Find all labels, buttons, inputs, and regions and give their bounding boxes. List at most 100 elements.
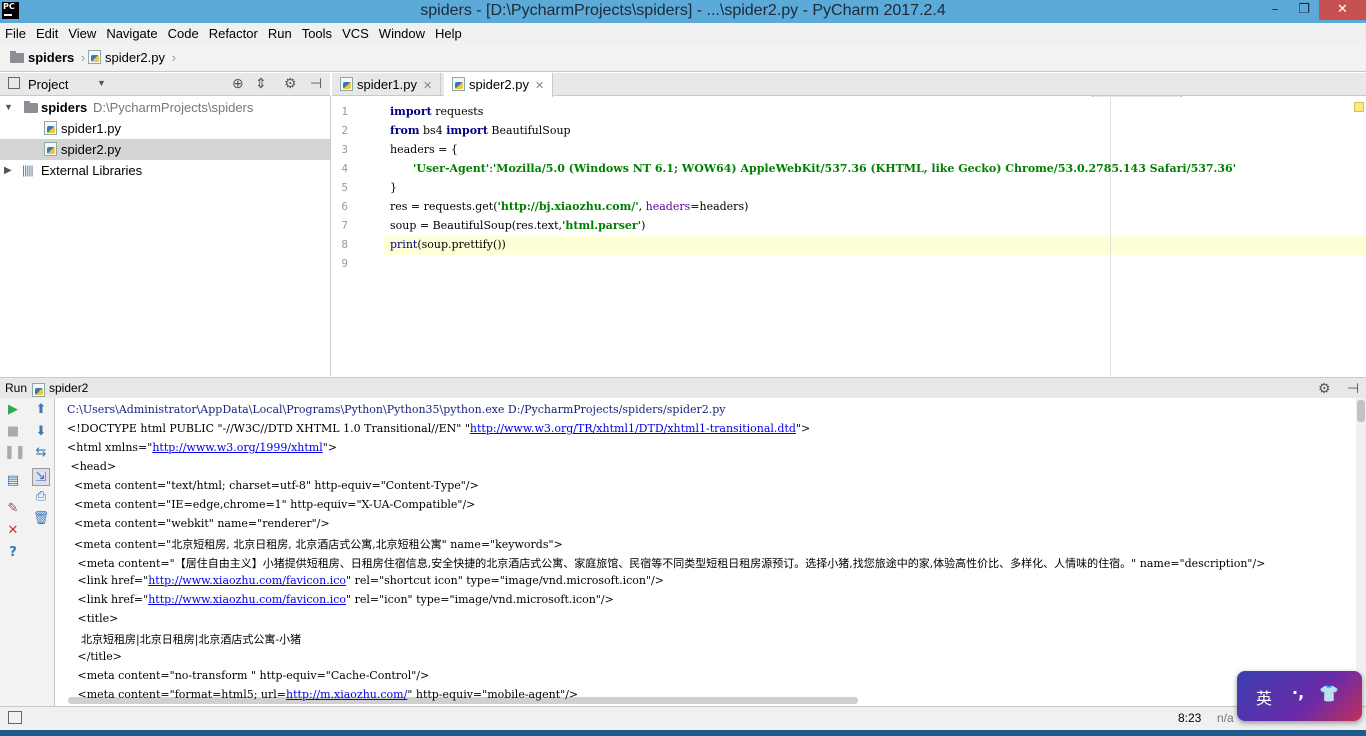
output-line: <meta content="text/html; charset=utf-8"… — [67, 479, 479, 492]
menu-navigate[interactable]: Navigate — [101, 23, 162, 43]
soft-wrap-icon[interactable]: ⇆ — [32, 444, 50, 462]
caret-position[interactable]: 8:23 — [1178, 711, 1201, 725]
scroll-to-end-icon[interactable]: ⇲ — [32, 468, 50, 486]
hide-panel-icon[interactable]: ⊣ — [1347, 378, 1359, 398]
output-link[interactable]: http://m.xiaozhu.com/ — [286, 688, 407, 701]
code-line: res = requests.get('http://bj.xiaozhu.co… — [390, 200, 749, 213]
menu-tools[interactable]: Tools — [297, 23, 337, 43]
menu-vcs[interactable]: VCS — [337, 23, 374, 43]
output-link[interactable]: http://www.xiaozhu.com/favicon.ico — [148, 574, 346, 587]
restore-layout-icon[interactable]: ▤ — [4, 472, 22, 490]
menu-window[interactable]: Window — [374, 23, 430, 43]
output-line: 北京短租房|北京日租房|北京酒店式公寓-小猪 — [67, 633, 302, 646]
tab-spider2[interactable]: spider2.py ✕ — [444, 73, 554, 97]
ime-toolbar[interactable]: 英 ·, 👕 — [1237, 671, 1362, 721]
menu-file[interactable]: File — [0, 23, 31, 43]
output-line: <link href="http://www.xiaozhu.com/favic… — [67, 574, 664, 587]
close-tab-icon[interactable]: ✕ — [423, 80, 432, 92]
folder-icon — [24, 101, 38, 113]
pin-icon[interactable]: ✎ — [4, 500, 22, 518]
tree-item-spider2[interactable]: spider2.py — [0, 139, 330, 160]
output-line: <link href="http://www.xiaozhu.com/favic… — [67, 593, 614, 606]
run-panel-label: Run — [5, 381, 28, 395]
run-toolbar: ▶ ⬆ ■ ⬇ ❚❚ ⇆ ▤ ⇲ ✎ ⎙ ✕ 🗑 ? — [0, 398, 55, 706]
output-line: <meta content="IE=edge,chrome=1" http-eq… — [67, 498, 476, 511]
breadcrumb-file[interactable]: spider2.py › — [88, 50, 176, 65]
editor-tabs: spider1.py ✕ spider2.py ✕ — [332, 73, 1366, 97]
output-line: <html xmlns="http://www.w3.org/1999/xhtm… — [67, 441, 338, 454]
line-separator-status[interactable]: n/a — [1217, 711, 1234, 725]
tab-label: spider2.py — [469, 77, 529, 92]
output-line: <meta content="no-transform " http-equiv… — [67, 669, 430, 682]
code-line: headers = { — [390, 143, 458, 156]
project-root-name: spiders — [41, 100, 88, 115]
crosshair-icon[interactable]: ⊕ — [232, 75, 244, 92]
minimize-button[interactable]: – — [1261, 0, 1289, 20]
folder-icon — [10, 51, 24, 63]
project-view-label[interactable]: Project — [28, 77, 68, 92]
expand-arrow-icon[interactable]: ▶ — [4, 160, 12, 181]
output-line: <meta content="format=html5; url=http://… — [67, 688, 579, 701]
code-line: from bs4 import BeautifulSoup — [390, 124, 571, 137]
code-line: 'User-Agent':'Mozilla/5.0 (Windows NT 6.… — [413, 162, 1237, 175]
close-tab-icon[interactable]: ✕ — [535, 80, 544, 92]
hide-panel-icon[interactable]: ⊣ — [310, 75, 322, 92]
warning-indicator-icon[interactable] — [1354, 102, 1364, 112]
tree-item-spider1[interactable]: spider1.py — [0, 118, 330, 139]
pause-icon[interactable]: ❚❚ — [4, 444, 26, 462]
ime-punctuation-label[interactable]: ·, — [1292, 683, 1304, 702]
code-line: soup = BeautifulSoup(res.text,'html.pars… — [390, 219, 646, 232]
menu-edit[interactable]: Edit — [31, 23, 63, 43]
editor-gutter — [332, 97, 384, 376]
output-line: <!DOCTYPE html PUBLIC "-//W3C//DTD XHTML… — [67, 422, 811, 435]
project-tree: ▼ spiders D:\PycharmProjects\spiders spi… — [0, 96, 331, 376]
menu-help[interactable]: Help — [430, 23, 467, 43]
ime-skin-icon[interactable]: 👕 — [1319, 684, 1339, 703]
code-line: } — [390, 181, 397, 194]
close-button[interactable]: ✕ — [1319, 0, 1366, 20]
run-tab-label[interactable]: spider2 — [49, 378, 88, 398]
title-bar: PC spiders - [D:\PycharmProjects\spiders… — [0, 0, 1366, 23]
menu-code[interactable]: Code — [163, 23, 204, 43]
help-icon[interactable]: ? — [4, 544, 22, 562]
output-link[interactable]: http://www.w3.org/1999/xhtml — [152, 441, 322, 454]
breadcrumb-project[interactable]: spiders › — [10, 50, 88, 65]
print-icon[interactable]: ⎙ — [32, 488, 50, 506]
menu-run[interactable]: Run — [263, 23, 297, 43]
tree-item-external-libraries[interactable]: ▶ ||||| External Libraries — [0, 160, 330, 181]
output-link[interactable]: http://www.w3.org/TR/xhtml1/DTD/xhtml1-t… — [470, 422, 796, 435]
line-number: 7 — [341, 219, 348, 232]
output-line: <meta content="webkit" name="renderer"/> — [67, 517, 330, 530]
output-line: <title> — [67, 612, 119, 625]
python-file-icon — [88, 50, 101, 64]
tab-spider1[interactable]: spider1.py ✕ — [332, 73, 442, 96]
rerun-icon[interactable]: ▶ — [4, 401, 22, 419]
menu-view[interactable]: View — [63, 23, 101, 43]
collapse-all-icon[interactable]: ⇕ — [255, 75, 267, 92]
output-link[interactable]: http://www.xiaozhu.com/favicon.ico — [148, 593, 346, 606]
maximize-button[interactable]: ❐ — [1290, 0, 1318, 20]
close-run-icon[interactable]: ✕ — [4, 522, 22, 540]
scroll-up-icon[interactable]: ⬆ — [32, 401, 50, 419]
trash-icon[interactable]: 🗑 — [32, 510, 50, 528]
stop-icon[interactable]: ■ — [4, 423, 22, 441]
gear-icon[interactable]: ⚙ — [284, 75, 297, 92]
menu-refactor[interactable]: Refactor — [204, 23, 263, 43]
project-root-path: D:\PycharmProjects\spiders — [93, 100, 254, 115]
gear-icon[interactable]: ⚙ — [1318, 378, 1331, 398]
scrollbar-thumb[interactable] — [1357, 400, 1365, 422]
output-line: <head> — [67, 460, 117, 473]
ime-language-label[interactable]: 英 — [1256, 685, 1272, 709]
line-number: 6 — [341, 200, 348, 213]
console-scrollbar[interactable] — [1356, 398, 1366, 706]
tree-item-project-root[interactable]: ▼ spiders D:\PycharmProjects\spiders — [0, 97, 330, 118]
taskbar — [0, 730, 1366, 736]
code-line: print(soup.prettify()) — [390, 238, 506, 251]
tree-item-label: External Libraries — [41, 163, 143, 178]
tree-item-label: spider1.py — [61, 121, 121, 136]
status-bar: 8:23 n/a — [0, 706, 1366, 730]
chevron-down-icon[interactable]: ▼ — [97, 78, 106, 88]
tool-windows-icon[interactable] — [8, 711, 22, 724]
scroll-down-icon[interactable]: ⬇ — [32, 423, 50, 441]
expand-arrow-icon[interactable]: ▼ — [4, 97, 13, 118]
